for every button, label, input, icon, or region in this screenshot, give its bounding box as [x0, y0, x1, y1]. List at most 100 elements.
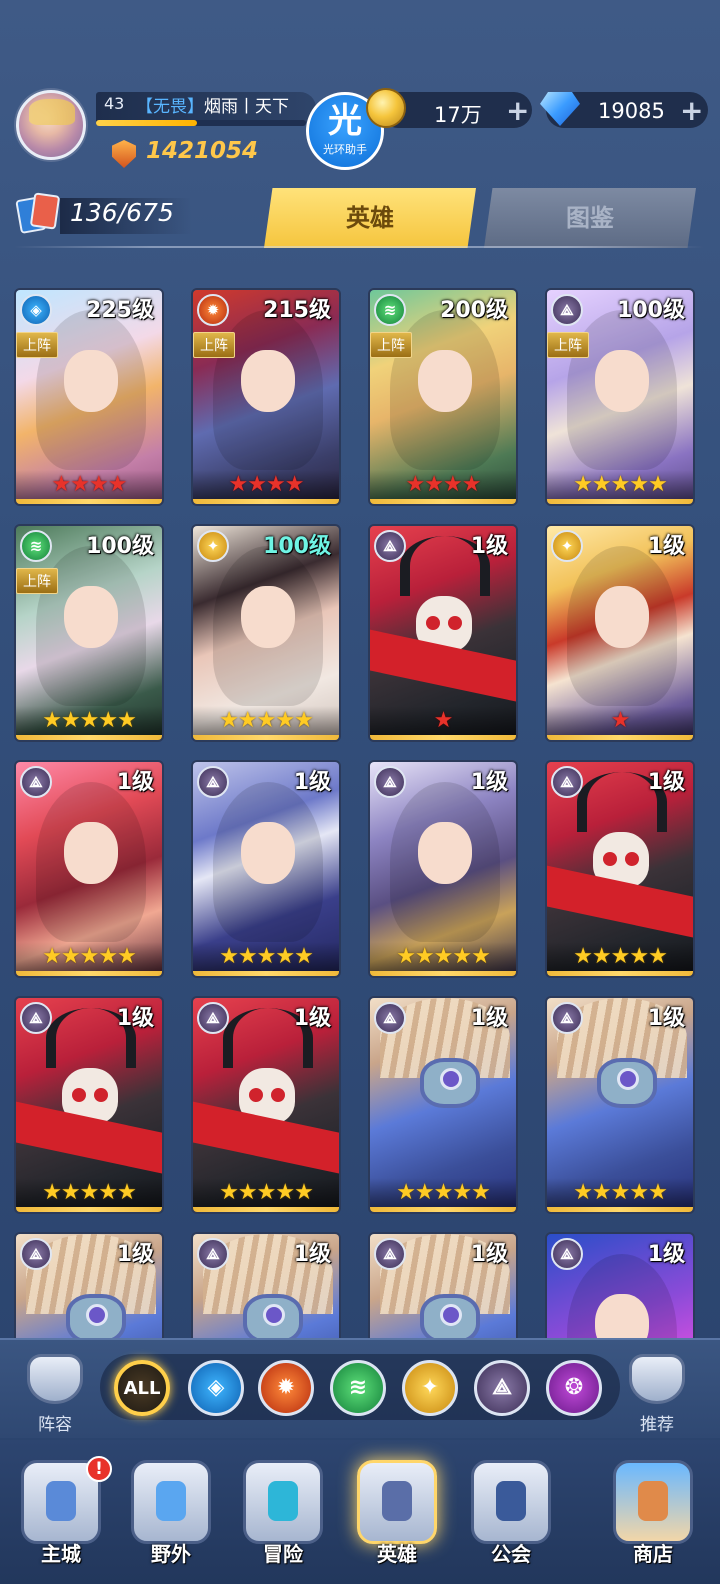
- hero-stars: ★★★★★: [396, 1180, 491, 1205]
- nav-castle[interactable]: ! 主城: [6, 1456, 116, 1567]
- wild-icon: [131, 1460, 211, 1544]
- hero-stars: ★★★★★: [42, 944, 137, 969]
- hero-level: 1级: [116, 770, 154, 795]
- dark-element-icon: ⟁: [20, 1238, 52, 1270]
- thumbs-up-icon: [629, 1354, 685, 1404]
- hero-card[interactable]: ⟁ 1级 ★★★★★: [14, 760, 164, 978]
- add-gem-button[interactable]: +: [680, 94, 703, 127]
- card-gold-trim: [547, 499, 693, 504]
- hero-card[interactable]: ⟁ 1级 ★★★★★: [545, 760, 695, 978]
- nav-label: 主城: [41, 1542, 81, 1566]
- filter-all-button[interactable]: ALL: [114, 1360, 170, 1416]
- hero-card[interactable]: ⟁ 1级 ★★★★★: [368, 996, 518, 1214]
- card-gold-trim: [16, 499, 162, 504]
- nav-label: 野外: [151, 1542, 191, 1566]
- dark-element-icon: ⟁: [374, 1002, 406, 1034]
- card-gold-trim: [16, 971, 162, 976]
- water-element-icon: ◈: [20, 294, 52, 326]
- gem-value: 19085: [598, 99, 665, 123]
- card-gold-trim: [16, 1207, 162, 1212]
- hero-stars: ★★★★★: [219, 944, 314, 969]
- hero-card[interactable]: ✦ 1级 ★: [545, 524, 695, 742]
- hero-stars: ★★★★: [405, 472, 482, 497]
- guild-icon: [471, 1460, 551, 1544]
- hero-card[interactable]: ⟁ 100级 上阵 ★★★★★: [545, 288, 695, 506]
- light-element-icon: ✦: [197, 530, 229, 562]
- hero-card[interactable]: ⟁ 1级 ★★★★★: [368, 760, 518, 978]
- hero-card[interactable]: ⟁ 1级: [368, 1232, 518, 1338]
- dark-element-icon: ⟁: [20, 1002, 52, 1034]
- nav-wild[interactable]: 野外: [116, 1460, 226, 1567]
- hero-level: 1级: [647, 534, 685, 559]
- nav-label: 公会: [491, 1542, 531, 1566]
- filter-wind-button[interactable]: ≋: [330, 1360, 386, 1416]
- filter-dark-button[interactable]: ⟁: [474, 1360, 530, 1416]
- hero-card[interactable]: ✹ 215级 上阵 ★★★★: [191, 288, 341, 506]
- player-level: 43: [104, 94, 125, 113]
- filter-light-button[interactable]: ✦: [402, 1360, 458, 1416]
- power-value: 1421054: [146, 138, 259, 164]
- hero-stars: ★: [610, 708, 631, 733]
- hero-card[interactable]: ≋ 200级 上阵 ★★★★: [368, 288, 518, 506]
- card-gold-trim: [16, 735, 162, 740]
- hero-card[interactable]: ⟁ 1级: [14, 1232, 164, 1338]
- recommend-button[interactable]: 推荐: [622, 1354, 692, 1435]
- filter-purple-button[interactable]: ❂: [546, 1360, 602, 1416]
- tab-divider: [14, 246, 704, 248]
- hero-card[interactable]: ⟁ 1级 ★★★★★: [191, 996, 341, 1214]
- hero-stars: ★★★★★: [573, 944, 668, 969]
- coin-icon: [366, 88, 406, 128]
- hero-level: 1级: [293, 1242, 331, 1267]
- card-gold-trim: [370, 971, 516, 976]
- hero-icon: [357, 1460, 437, 1544]
- collection-header: 136/675 英雄 图鉴: [0, 186, 720, 248]
- tab-hero[interactable]: 英雄: [264, 188, 476, 248]
- hero-stars: ★★★★★: [219, 1180, 314, 1205]
- nav-guild[interactable]: 公会: [456, 1460, 566, 1567]
- bottom-nav: ! 主城 野外 冒险 英雄 公会 商店: [0, 1440, 720, 1584]
- power-shield-icon: [112, 140, 136, 168]
- dark-element-icon: ⟁: [197, 766, 229, 798]
- hero-card[interactable]: ✦ 100级 ★★★★★: [191, 524, 341, 742]
- hero-level: 1级: [470, 770, 508, 795]
- hero-level: 1级: [116, 1006, 154, 1031]
- card-gold-trim: [370, 1207, 516, 1212]
- hero-card[interactable]: ≋ 100级 上阵 ★★★★★: [14, 524, 164, 742]
- dark-element-icon: ⟁: [374, 530, 406, 562]
- hero-card[interactable]: ⟁ 1级 ★★★★★: [545, 996, 695, 1214]
- card-gold-trim: [370, 499, 516, 504]
- hero-level: 215级: [263, 298, 331, 323]
- hero-card[interactable]: ⟁ 1级: [191, 1232, 341, 1338]
- hero-card[interactable]: ⟁ 1级 ★★★★★: [14, 996, 164, 1214]
- hero-count: 136/675: [70, 198, 174, 227]
- hero-card[interactable]: ⟁ 1级 ★: [368, 524, 518, 742]
- card-gold-trim: [547, 971, 693, 976]
- nav-shop[interactable]: 商店: [598, 1460, 708, 1567]
- filter-fire-button[interactable]: ✹: [258, 1360, 314, 1416]
- hero-stars: ★★★★★: [219, 708, 314, 733]
- dark-element-icon: ⟁: [20, 766, 52, 798]
- tab-codex[interactable]: 图鉴: [484, 188, 696, 248]
- card-gold-trim: [547, 735, 693, 740]
- hero-stars: ★★★★★: [396, 944, 491, 969]
- fire-element-icon: ✹: [197, 294, 229, 326]
- hero-card[interactable]: ◈ 225级 上阵 ★★★★: [14, 288, 164, 506]
- nav-adventure[interactable]: 冒险: [228, 1460, 338, 1567]
- player-avatar[interactable]: [16, 90, 86, 160]
- hero-stars: ★★★★: [51, 472, 128, 497]
- notification-badge: !: [86, 1456, 112, 1482]
- wind-element-icon: ≋: [374, 294, 406, 326]
- add-coin-button[interactable]: +: [506, 94, 529, 127]
- nav-hero[interactable]: 英雄: [342, 1460, 452, 1567]
- hero-card[interactable]: ⟁ 1级: [545, 1232, 695, 1338]
- card-gold-trim: [547, 1207, 693, 1212]
- player-name: 烟雨丨天下: [204, 97, 289, 117]
- card-gold-trim: [193, 1207, 339, 1212]
- hero-stars: ★★★★: [228, 472, 305, 497]
- hero-level: 100级: [263, 534, 331, 559]
- filter-water-button[interactable]: ◈: [188, 1360, 244, 1416]
- hero-stars: ★★★★★: [573, 472, 668, 497]
- hero-card[interactable]: ⟁ 1级 ★★★★★: [191, 760, 341, 978]
- lineup-button[interactable]: 阵容: [20, 1354, 90, 1435]
- hero-level: 1级: [116, 1242, 154, 1267]
